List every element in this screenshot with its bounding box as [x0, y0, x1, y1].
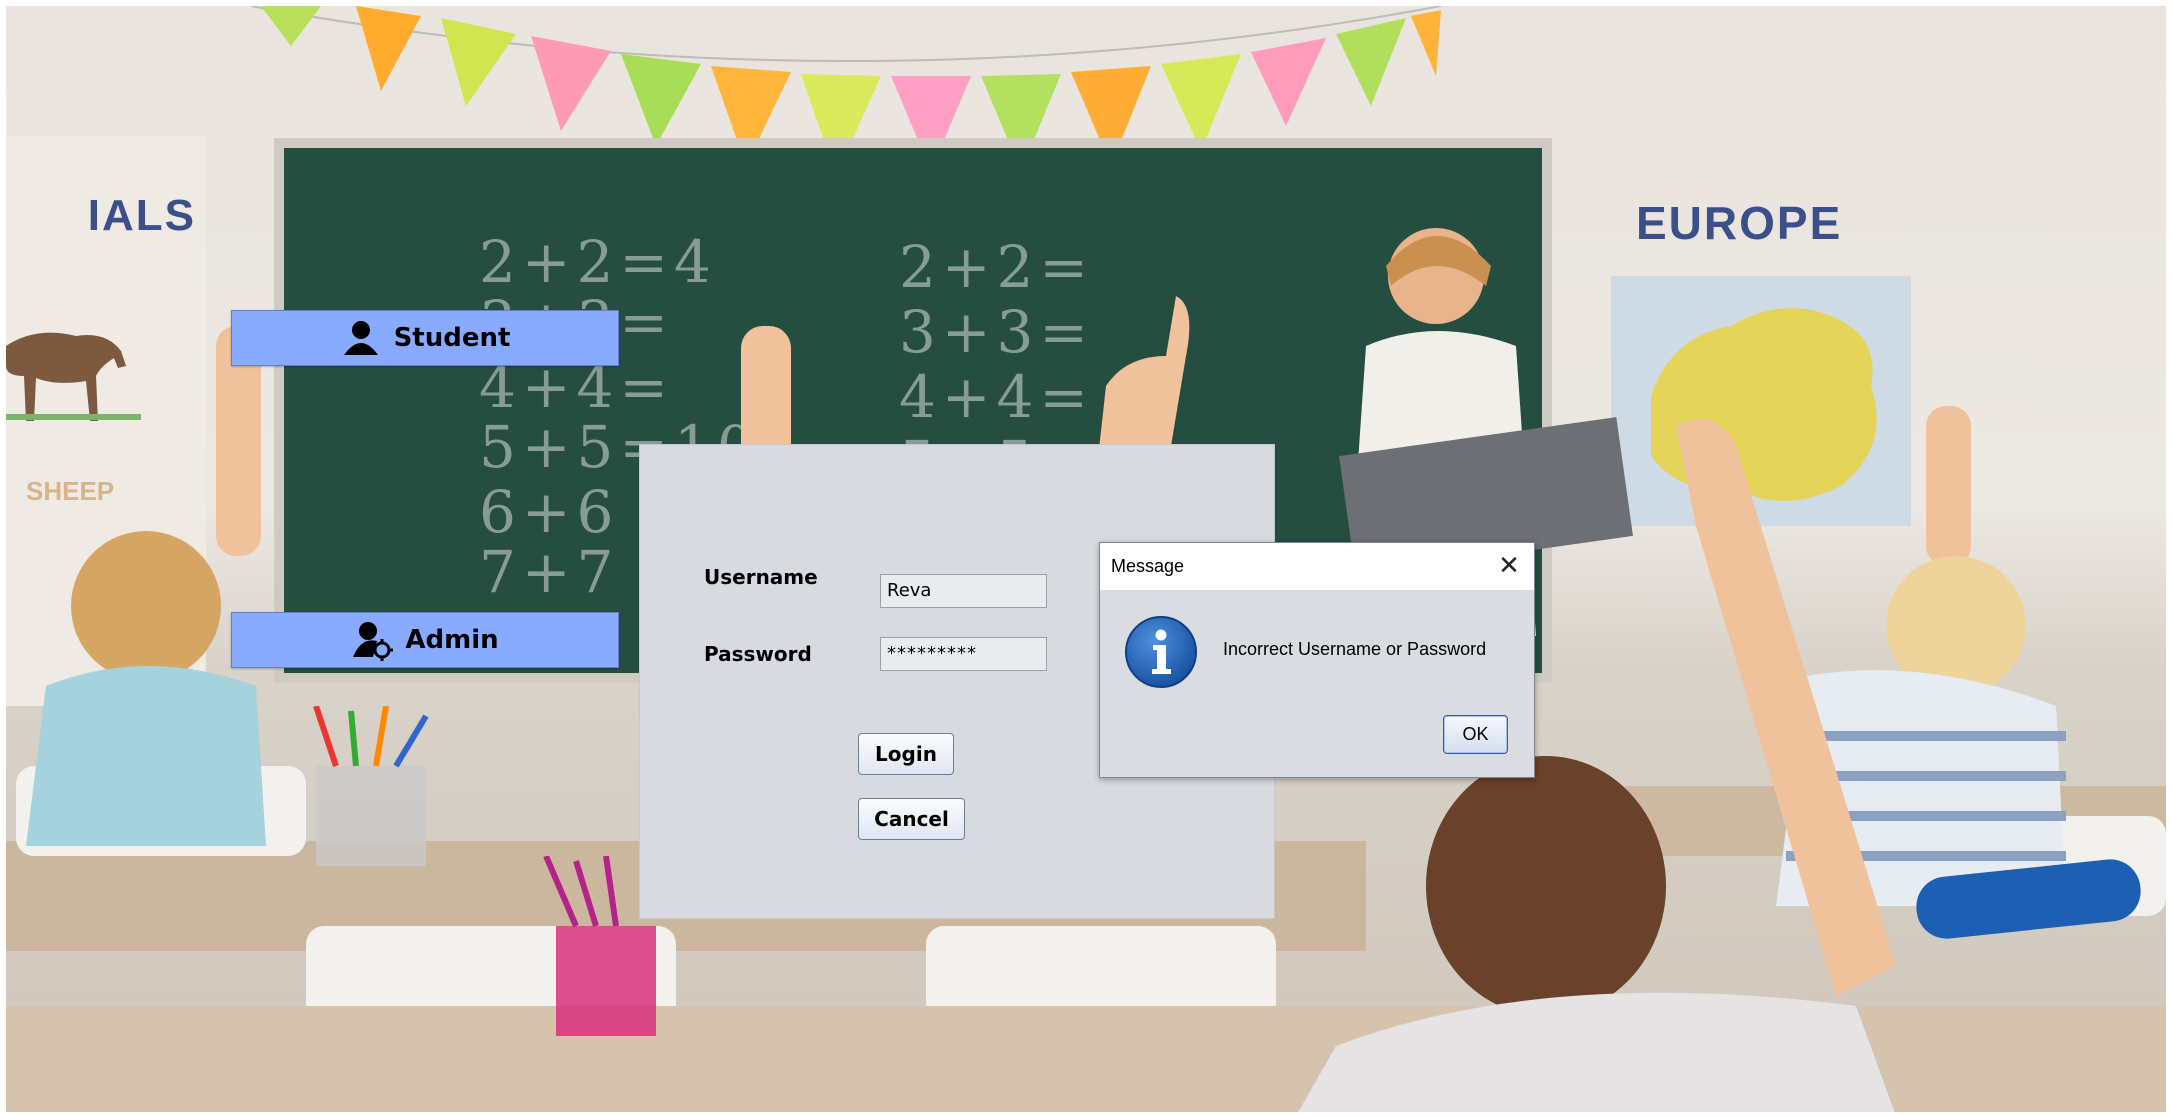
username-label: Username: [704, 565, 818, 589]
user-gear-icon: [353, 622, 394, 661]
student-button[interactable]: Student: [231, 310, 619, 366]
ok-button[interactable]: OK: [1443, 715, 1508, 754]
login-button[interactable]: Login: [858, 733, 954, 775]
dialog-message: Incorrect Username or Password: [1223, 639, 1487, 659]
admin-button-label: Admin: [405, 625, 499, 655]
app-window: IALS SHEEP 2+2=4 3+3= 4+4=: [0, 0, 2172, 1118]
password-label: Password: [704, 642, 812, 666]
message-dialog: Message ✕ Incorrect Username or Password…: [1099, 542, 1535, 778]
username-input[interactable]: Reva: [880, 574, 1047, 608]
chalk-line: 2+2=4: [479, 228, 717, 296]
wall-poster-left-title: IALS: [87, 191, 196, 240]
wall-poster-right-title: EUROPE: [1636, 197, 1843, 249]
password-input[interactable]: *********: [880, 637, 1047, 671]
chalk-line: 7+7: [479, 538, 620, 606]
chalk-line: 4+4=: [899, 363, 1094, 431]
pencil-cup-illustration: [313, 706, 429, 866]
cancel-button[interactable]: Cancel: [858, 798, 965, 840]
dialog-title: Message: [1111, 556, 1185, 576]
close-icon[interactable]: ✕: [1494, 551, 1524, 581]
chalk-line: 6+6: [479, 478, 620, 546]
admin-button[interactable]: Admin: [231, 612, 619, 668]
info-icon: [1125, 616, 1197, 688]
dialog-titlebar[interactable]: Message ✕: [1100, 543, 1534, 590]
chalk-line: 2+2=: [899, 233, 1094, 301]
student-button-label: Student: [393, 323, 511, 353]
user-icon: [343, 321, 378, 355]
student-child-illustration: [26, 326, 266, 846]
chalk-line: 3+3=: [899, 298, 1094, 366]
